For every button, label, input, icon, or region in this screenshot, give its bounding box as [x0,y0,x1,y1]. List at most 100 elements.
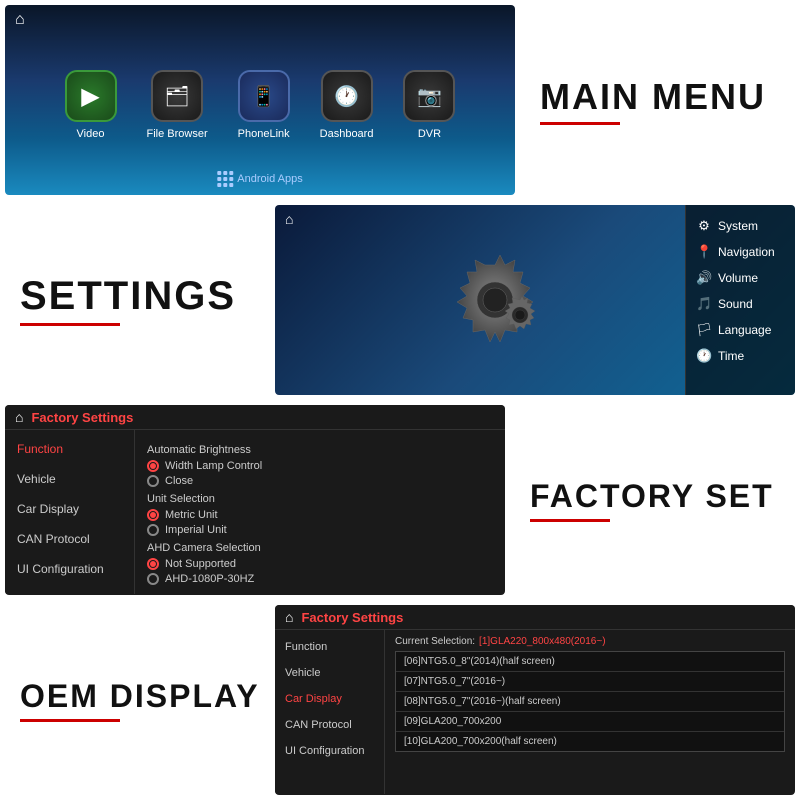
oem-body: Function Vehicle Car Display CAN Protoco… [275,630,795,794]
section-settings: SETTINGS ⌂ [0,200,800,400]
settings-underline [20,323,120,326]
factory-underline [530,519,610,522]
settings-language-label: Language [718,323,771,337]
oem-title: Factory Settings [301,610,403,625]
unit-selection-title: Unit Selection [147,493,493,505]
time-icon: 🕐 [696,348,712,364]
oem-list-item-3[interactable]: [09]GLA200_700x200 [396,712,784,732]
phonelink-label: PhoneLink [238,128,290,140]
oem-current-selection: Current Selection: [1]GLA220_800x480(201… [395,636,785,647]
settings-system-label: System [718,219,758,233]
settings-sound-label: Sound [718,297,753,311]
radio-imperial[interactable]: Imperial Unit [147,524,493,536]
home-icon-oem[interactable]: ⌂ [285,609,293,625]
main-menu-title: MAIN MENU [540,76,800,118]
oem-underline [20,719,120,722]
factory-sidebar-vehicle[interactable]: Vehicle [5,464,134,494]
radio-ahd-1080p[interactable]: AHD-1080P-30HZ [147,573,493,585]
factory-sidebar-function[interactable]: Function [5,434,134,464]
oem-list-item-1[interactable]: [07]NTG5.0_7"(2016~) [396,672,784,692]
settings-item-time[interactable]: 🕐 Time [686,343,795,369]
sound-icon: 🎵 [696,296,712,312]
main-menu-screen: ⌂ ▶ Video 🗂 File Browser 📱 PhoneLink 🕐 D… [5,5,515,195]
factory-content: Automatic Brightness Width Lamp Control … [135,430,505,594]
phonelink-icon: 📱 [238,70,290,122]
radio-not-supported-icon [147,558,159,570]
settings-gear-area [275,205,685,395]
radio-icon-filled [147,460,159,472]
main-menu-icons: ▶ Video 🗂 File Browser 📱 PhoneLink 🕐 Das… [65,70,456,140]
oem-sidebar-ui-config[interactable]: UI Configuration [275,738,384,764]
menu-item-phonelink[interactable]: 📱 PhoneLink [238,70,290,140]
menu-item-video[interactable]: ▶ Video [65,70,117,140]
dvr-label: DVR [418,128,441,140]
section-oem: OEM DISPLAY ⌂ Factory Settings Function … [0,600,800,800]
oem-list-item-4[interactable]: [10]GLA200_700x200(half screen) [396,732,784,751]
menu-item-dashboard[interactable]: 🕐 Dashboard [320,70,374,140]
settings-item-language[interactable]: 🏳 Language [686,317,795,343]
settings-navigation-label: Navigation [718,245,775,259]
home-icon-main[interactable]: ⌂ [15,11,25,29]
oem-sidebar-vehicle[interactable]: Vehicle [275,660,384,686]
section-factory: ⌂ Factory Settings Function Vehicle Car … [0,400,800,600]
system-icon: ⚙ [696,218,712,234]
factory-set-title: FACTORY SET [530,478,800,515]
factory-sidebar-ui-config[interactable]: UI Configuration [5,554,134,584]
volume-icon: 🔊 [696,270,712,286]
oem-list-item-2[interactable]: [08]NTG5.0_7"(2016~)(half screen) [396,692,784,712]
dashboard-label: Dashboard [320,128,374,140]
dashboard-icon: 🕐 [321,70,373,122]
auto-brightness-title: Automatic Brightness [147,444,493,456]
imperial-label: Imperial Unit [165,524,227,536]
factory-sidebar-car-display[interactable]: Car Display [5,494,134,524]
current-selection-label: Current Selection: [395,636,475,647]
radio-close[interactable]: Close [147,475,493,487]
oem-list: [06]NTG5.0_8"(2014)(half screen) [07]NTG… [395,651,785,752]
radio-width-lamp[interactable]: Width Lamp Control [147,460,493,472]
oem-sidebar-car-display[interactable]: Car Display [275,686,384,712]
settings-menu-panel: ⚙ System 📍 Navigation 🔊 Volume 🎵 Sound 🏳… [685,205,795,395]
auto-brightness-group: Width Lamp Control Close [147,460,493,487]
oem-sidebar-can-protocol[interactable]: CAN Protocol [275,712,384,738]
metric-label: Metric Unit [165,509,218,521]
factory-sidebar-can-protocol[interactable]: CAN Protocol [5,524,134,554]
home-icon-factory[interactable]: ⌂ [15,409,23,425]
main-menu-underline [540,122,620,125]
current-selection-value: [1]GLA220_800x480(2016~) [479,636,606,647]
radio-imperial-icon [147,524,159,536]
home-icon-settings[interactable]: ⌂ [285,211,293,227]
not-supported-label: Not Supported [165,558,236,570]
video-icon: ▶ [65,70,117,122]
oem-list-item-0[interactable]: [06]NTG5.0_8"(2014)(half screen) [396,652,784,672]
oem-header: ⌂ Factory Settings [275,605,795,630]
oem-label-area: OEM DISPLAY [0,600,270,800]
radio-icon-empty [147,475,159,487]
factory-screen: ⌂ Factory Settings Function Vehicle Car … [5,405,505,595]
radio-metric[interactable]: Metric Unit [147,509,493,521]
close-label: Close [165,475,193,487]
settings-title: SETTINGS [20,274,270,319]
settings-screen: ⌂ [275,205,795,395]
radio-ahd-icon [147,573,159,585]
settings-item-sound[interactable]: 🎵 Sound [686,291,795,317]
language-icon: 🏳 [696,322,712,338]
settings-time-label: Time [718,349,744,363]
unit-selection-group: Metric Unit Imperial Unit [147,509,493,536]
radio-not-supported[interactable]: Not Supported [147,558,493,570]
settings-item-navigation[interactable]: 📍 Navigation [686,239,795,265]
android-apps-bar[interactable]: Android Apps [217,171,302,187]
oem-content: Current Selection: [1]GLA220_800x480(201… [385,630,795,794]
file-browser-icon: 🗂 [151,70,203,122]
oem-sidebar-function[interactable]: Function [275,634,384,660]
navigation-icon: 📍 [696,244,712,260]
settings-label-area: SETTINGS [0,200,270,400]
gear-small-icon [495,290,545,340]
file-browser-label: File Browser [147,128,208,140]
menu-item-dvr[interactable]: 📷 DVR [403,70,455,140]
ahd-1080p-label: AHD-1080P-30HZ [165,573,254,585]
settings-item-volume[interactable]: 🔊 Volume [686,265,795,291]
grid-icon [217,171,233,187]
settings-item-system[interactable]: ⚙ System [686,213,795,239]
settings-volume-label: Volume [718,271,758,285]
menu-item-file-browser[interactable]: 🗂 File Browser [147,70,208,140]
